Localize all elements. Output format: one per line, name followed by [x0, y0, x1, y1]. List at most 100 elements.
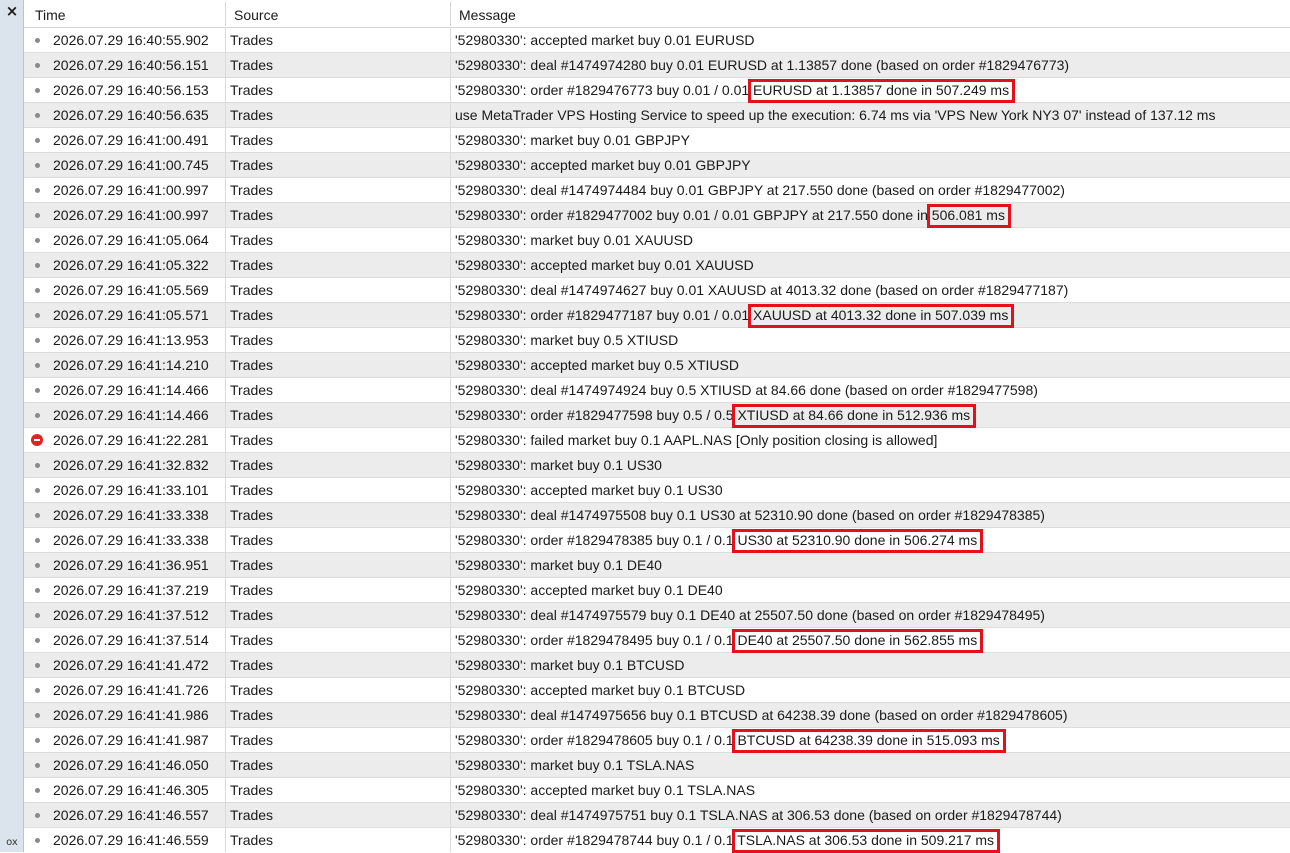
table-row[interactable]: 2026.07.29 16:41:00.997 Trades '52980330':…	[24, 178, 1290, 203]
table-row[interactable]: 2026.07.29 16:41:14.466 Trades '52980330':…	[24, 403, 1290, 428]
column-divider[interactable]	[450, 2, 451, 26]
message-cell: '52980330': market buy 0.1 DE40	[455, 557, 662, 573]
cell-divider	[450, 453, 451, 478]
table-row[interactable]: 2026.07.29 16:41:41.472 Trades '52980330':…	[24, 653, 1290, 678]
info-dot-icon	[35, 263, 40, 268]
cell-divider	[225, 428, 226, 453]
table-row[interactable]: 2026.07.29 16:41:32.832 Trades '52980330':…	[24, 453, 1290, 478]
message-cell: '52980330': market buy 0.01 GBPJPY	[455, 132, 690, 148]
table-row[interactable]: 2026.07.29 16:40:56.151 Trades '52980330':…	[24, 53, 1290, 78]
cell-divider	[450, 503, 451, 528]
table-row[interactable]: 2026.07.29 16:41:05.569 Trades '52980330':…	[24, 278, 1290, 303]
source-cell: Trades	[230, 432, 274, 448]
info-dot-icon	[35, 113, 40, 118]
source-cell: Trades	[230, 532, 274, 548]
close-icon[interactable]: ×	[4, 3, 20, 19]
table-row[interactable]: 2026.07.29 16:41:46.559 Trades '52980330':…	[24, 828, 1290, 852]
table-row[interactable]: 2026.07.29 16:41:36.951 Trades '52980330':…	[24, 553, 1290, 578]
info-dot-icon	[35, 513, 40, 518]
cell-divider	[450, 778, 451, 803]
table-row[interactable]: 2026.07.29 16:41:41.986 Trades '52980330':…	[24, 703, 1290, 728]
table-row[interactable]: 2026.07.29 16:41:37.512 Trades '52980330':…	[24, 603, 1290, 628]
time-cell: 2026.07.29 16:41:41.986	[53, 707, 209, 723]
cell-divider	[225, 353, 226, 378]
cell-divider	[450, 303, 451, 328]
table-row[interactable]: 2026.07.29 16:41:41.987 Trades '52980330':…	[24, 728, 1290, 753]
cell-divider	[225, 728, 226, 753]
time-cell: 2026.07.29 16:41:33.338	[53, 507, 209, 523]
source-cell: Trades	[230, 657, 274, 673]
table-row[interactable]: 2026.07.29 16:41:00.997 Trades '52980330':…	[24, 203, 1290, 228]
cell-divider	[450, 403, 451, 428]
message-cell: '52980330': order #1829477187 buy 0.01 /…	[455, 307, 1009, 323]
info-dot-icon	[35, 288, 40, 293]
cell-divider	[225, 578, 226, 603]
message-cell: '52980330': deal #1474975751 buy 0.1 TSL…	[455, 807, 1062, 823]
journal-table: Time Source Message 2026.07.29 16:40:55.…	[24, 0, 1290, 852]
column-header-message[interactable]: Message	[459, 0, 516, 27]
table-row[interactable]: 2026.07.29 16:40:55.902 Trades '52980330':…	[24, 28, 1290, 53]
info-dot-icon	[35, 688, 40, 693]
time-cell: 2026.07.29 16:41:22.281	[53, 432, 209, 448]
column-header-source[interactable]: Source	[234, 0, 278, 27]
time-cell: 2026.07.29 16:40:55.902	[53, 32, 209, 48]
table-row[interactable]: 2026.07.29 16:41:46.305 Trades '52980330':…	[24, 778, 1290, 803]
info-dot-icon	[35, 313, 40, 318]
info-dot-icon	[35, 638, 40, 643]
message-cell: '52980330': market buy 0.5 XTIUSD	[455, 332, 679, 348]
table-row[interactable]: 2026.07.29 16:41:00.491 Trades '52980330':…	[24, 128, 1290, 153]
table-row[interactable]: 2026.07.29 16:40:56.153 Trades '52980330':…	[24, 78, 1290, 103]
time-cell: 2026.07.29 16:40:56.635	[53, 107, 209, 123]
message-cell: '52980330': deal #1474974924 buy 0.5 XTI…	[455, 382, 1038, 398]
table-row[interactable]: 2026.07.29 16:41:33.338 Trades '52980330':…	[24, 528, 1290, 553]
info-dot-icon	[35, 388, 40, 393]
column-header-time[interactable]: Time	[35, 0, 66, 27]
table-row[interactable]: 2026.07.29 16:41:05.571 Trades '52980330':…	[24, 303, 1290, 328]
message-cell: '52980330': accepted market buy 0.1 BTCU…	[455, 682, 746, 698]
table-row[interactable]: 2026.07.29 16:41:37.219 Trades '52980330':…	[24, 578, 1290, 603]
info-dot-icon	[35, 363, 40, 368]
info-dot-icon	[35, 763, 40, 768]
table-row[interactable]: 2026.07.29 16:41:46.557 Trades '52980330':…	[24, 803, 1290, 828]
table-row[interactable]: 2026.07.29 16:41:46.050 Trades '52980330':…	[24, 753, 1290, 778]
info-dot-icon	[35, 713, 40, 718]
table-row[interactable]: 2026.07.29 16:41:33.338 Trades '52980330':…	[24, 503, 1290, 528]
cell-divider	[225, 753, 226, 778]
message-cell: '52980330': market buy 0.1 BTCUSD	[455, 657, 685, 673]
column-divider[interactable]	[225, 2, 226, 26]
cell-divider	[225, 678, 226, 703]
table-row[interactable]: 2026.07.29 16:41:37.514 Trades '52980330':…	[24, 628, 1290, 653]
source-cell: Trades	[230, 757, 274, 773]
table-row[interactable]: 2026.07.29 16:41:22.281 Trades '52980330':…	[24, 428, 1290, 453]
message-cell: '52980330': accepted market buy 0.01 XAU…	[455, 257, 754, 273]
table-row[interactable]: 2026.07.29 16:40:56.635 Trades use MetaTra…	[24, 103, 1290, 128]
table-row[interactable]: 2026.07.29 16:41:14.210 Trades '52980330':…	[24, 353, 1290, 378]
message-cell: '52980330': failed market buy 0.1 AAPL.N…	[455, 432, 938, 448]
table-row[interactable]: 2026.07.29 16:41:05.322 Trades '52980330':…	[24, 253, 1290, 278]
message-cell: '52980330': market buy 0.01 XAUUSD	[455, 232, 694, 248]
table-row[interactable]: 2026.07.29 16:41:00.745 Trades '52980330':…	[24, 153, 1290, 178]
info-dot-icon	[35, 663, 40, 668]
source-cell: Trades	[230, 607, 274, 623]
cell-divider	[450, 428, 451, 453]
info-dot-icon	[35, 813, 40, 818]
message-cell: '52980330': accepted market buy 0.1 TSLA…	[455, 782, 756, 798]
cell-divider	[225, 603, 226, 628]
table-row[interactable]: 2026.07.29 16:41:41.726 Trades '52980330':…	[24, 678, 1290, 703]
table-row[interactable]: 2026.07.29 16:41:14.466 Trades '52980330':…	[24, 378, 1290, 403]
info-dot-icon	[35, 138, 40, 143]
time-cell: 2026.07.29 16:41:36.951	[53, 557, 209, 573]
cell-divider	[225, 828, 226, 852]
cell-divider	[225, 303, 226, 328]
time-cell: 2026.07.29 16:41:33.338	[53, 532, 209, 548]
info-dot-icon	[35, 38, 40, 43]
table-row[interactable]: 2026.07.29 16:41:13.953 Trades '52980330':…	[24, 328, 1290, 353]
source-cell: Trades	[230, 132, 274, 148]
source-cell: Trades	[230, 582, 274, 598]
table-row[interactable]: 2026.07.29 16:41:05.064 Trades '52980330':…	[24, 228, 1290, 253]
cell-divider	[450, 803, 451, 828]
source-cell: Trades	[230, 207, 274, 223]
time-cell: 2026.07.29 16:41:14.466	[53, 382, 209, 398]
table-row[interactable]: 2026.07.29 16:41:33.101 Trades '52980330':…	[24, 478, 1290, 503]
cell-divider	[225, 553, 226, 578]
